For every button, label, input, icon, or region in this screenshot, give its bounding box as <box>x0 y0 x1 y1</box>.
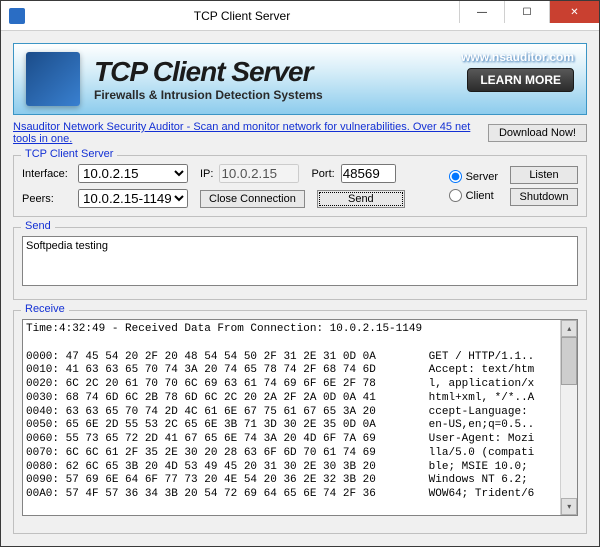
port-input[interactable] <box>341 164 396 183</box>
download-now-button[interactable]: Download Now! <box>488 124 587 142</box>
server-radio-label[interactable]: Server <box>449 170 498 183</box>
listen-button[interactable]: Listen <box>510 166 578 184</box>
action-button-column: Listen Shutdown <box>510 166 578 206</box>
scroll-track[interactable] <box>561 385 577 498</box>
scroll-up-arrow[interactable]: ▴ <box>561 320 577 337</box>
promo-row: Nsauditor Network Security Auditor - Sca… <box>13 121 587 145</box>
server-icon <box>26 52 80 106</box>
tcp-client-server-group: TCP Client Server Interface: 10.0.2.15 I… <box>13 155 587 217</box>
send-textarea[interactable]: Softpedia testing <box>22 236 578 286</box>
close-button[interactable]: ✕ <box>549 1 599 23</box>
app-window: TCP Client Server — ☐ ✕ TCP Client Serve… <box>0 0 600 547</box>
receive-wrap: Time:4:32:49 - Received Data From Connec… <box>22 319 578 516</box>
peers-select[interactable]: 10.0.2.15-1149 <box>78 189 188 208</box>
maximize-button[interactable]: ☐ <box>504 1 549 23</box>
send-group-label: Send <box>21 220 55 232</box>
receive-scrollbar[interactable]: ▴ ▾ <box>560 320 577 515</box>
scroll-thumb[interactable] <box>561 337 577 385</box>
port-label: Port: <box>311 168 334 180</box>
window-title: TCP Client Server <box>25 9 459 23</box>
banner-right: www.nsauditor.com LEARN MORE <box>461 50 574 92</box>
banner-url: www.nsauditor.com <box>461 50 574 64</box>
receive-textarea[interactable]: Time:4:32:49 - Received Data From Connec… <box>23 320 560 515</box>
scroll-down-arrow[interactable]: ▾ <box>561 498 577 515</box>
receive-group-label: Receive <box>21 303 69 315</box>
titlebar[interactable]: TCP Client Server — ☐ ✕ <box>1 1 599 31</box>
ip-label: IP: <box>200 168 213 180</box>
app-icon <box>9 8 25 24</box>
receive-group: Receive Time:4:32:49 - Received Data Fro… <box>13 310 587 534</box>
promo-link[interactable]: Nsauditor Network Security Auditor - Sca… <box>13 121 488 145</box>
interface-select[interactable]: 10.0.2.15 <box>78 164 188 183</box>
content-area: TCP Client Server Firewalls & Intrusion … <box>1 31 599 546</box>
peers-label: Peers: <box>22 193 72 205</box>
window-controls: — ☐ ✕ <box>459 1 599 30</box>
interface-label: Interface: <box>22 168 72 180</box>
close-connection-button[interactable]: Close Connection <box>200 190 305 208</box>
mode-radio-group: Server Client <box>449 170 498 202</box>
ip-input[interactable] <box>219 164 299 183</box>
promo-banner[interactable]: TCP Client Server Firewalls & Intrusion … <box>13 43 587 115</box>
client-radio-label[interactable]: Client <box>449 189 498 202</box>
send-group: Send Softpedia testing <box>13 227 587 300</box>
send-button[interactable]: Send <box>317 190 405 208</box>
minimize-button[interactable]: — <box>459 1 504 23</box>
shutdown-button[interactable]: Shutdown <box>510 188 578 206</box>
tcp-group-label: TCP Client Server <box>21 148 117 160</box>
learn-more-button[interactable]: LEARN MORE <box>467 68 574 92</box>
server-radio[interactable] <box>449 170 462 183</box>
client-radio[interactable] <box>449 189 462 202</box>
